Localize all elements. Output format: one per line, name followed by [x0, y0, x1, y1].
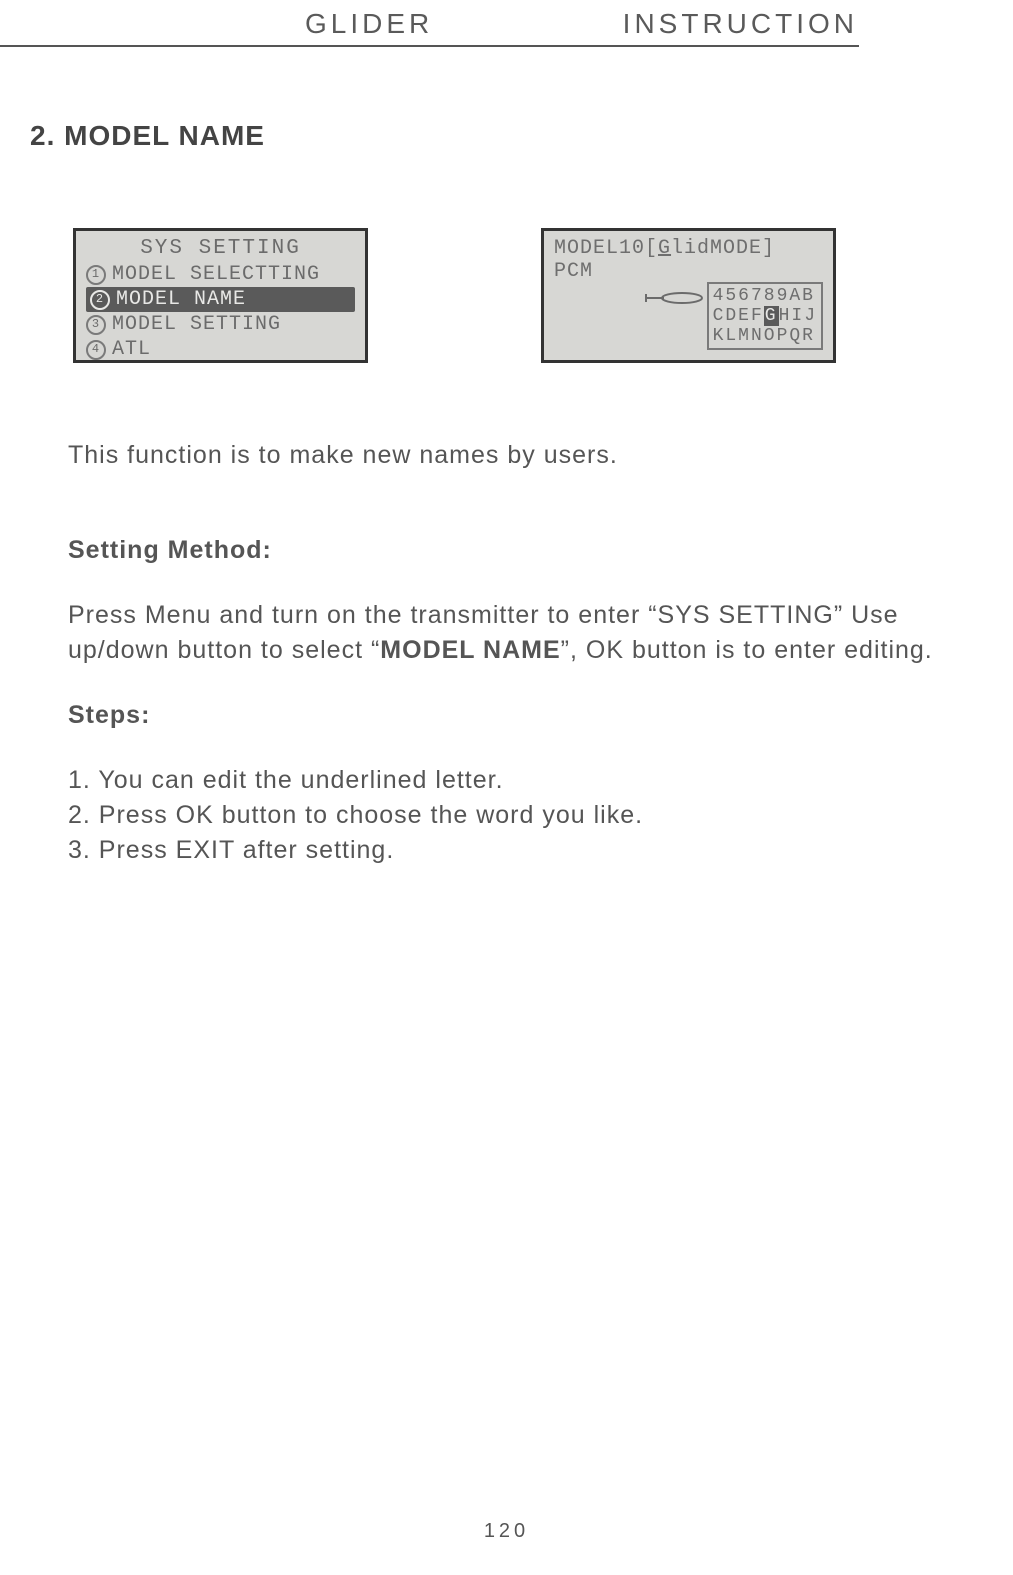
lcd-title: SYS SETTING — [86, 237, 355, 260]
row-num-icon: 3 — [86, 315, 106, 335]
grid-highlight-char: G — [764, 306, 779, 326]
intro-text: This function is to make new names by us… — [68, 438, 1003, 473]
section-title: 2. MODEL NAME — [30, 120, 265, 152]
row-label: MODEL NAME — [116, 287, 246, 312]
header-rule — [0, 45, 859, 47]
step-1: 1. You can edit the underlined letter. — [68, 763, 1003, 798]
lcd-row-1: 1 MODEL SELECTTING — [86, 262, 355, 287]
page-number: 120 — [0, 1520, 1013, 1543]
lcd-row-2-selected: 2 MODEL NAME — [86, 287, 355, 312]
screenshot-sys-setting: SYS SETTING 1 MODEL SELECTTING 2 MODEL NAM… — [73, 228, 368, 363]
setting-method-paragraph: Press Menu and turn on the transmitter t… — [68, 598, 1003, 668]
header-left: GLIDER — [305, 8, 433, 40]
lcd-model-line: MODEL10[GlidMODE] PCM — [554, 237, 823, 283]
lcd-row-4: 4 ATL — [86, 337, 355, 362]
step-3: 3. Press EXIT after setting. — [68, 833, 1003, 868]
row-label: MODEL SETTING — [112, 312, 281, 337]
steps-heading: Steps: — [68, 698, 1003, 733]
underlined-char: G — [658, 237, 671, 260]
setting-method-heading: Setting Method: — [68, 533, 1003, 568]
screenshot-model-name: MODEL10[GlidMODE] PCM 456789AB CDEFGHIJ … — [541, 228, 836, 363]
step-2: 2. Press OK button to choose the word yo… — [68, 798, 1003, 833]
row-num-icon: 1 — [86, 265, 106, 285]
grid-row-2: CDEFGHIJ — [713, 306, 817, 326]
header-right: INSTRUCTION — [623, 8, 858, 40]
grid-row-1: 456789AB — [713, 286, 817, 306]
row-num-icon: 2 — [90, 290, 110, 310]
glider-icon — [644, 287, 704, 309]
row-label: ATL — [112, 337, 151, 362]
char-grid: 456789AB CDEFGHIJ KLMNOPQR — [707, 282, 823, 350]
grid-row-3: KLMNOPQR — [713, 326, 817, 346]
body-text: This function is to make new names by us… — [68, 438, 1003, 868]
lcd-row-3: 3 MODEL SETTING — [86, 312, 355, 337]
row-num-icon: 4 — [86, 340, 106, 360]
row-label: MODEL SELECTTING — [112, 262, 320, 287]
